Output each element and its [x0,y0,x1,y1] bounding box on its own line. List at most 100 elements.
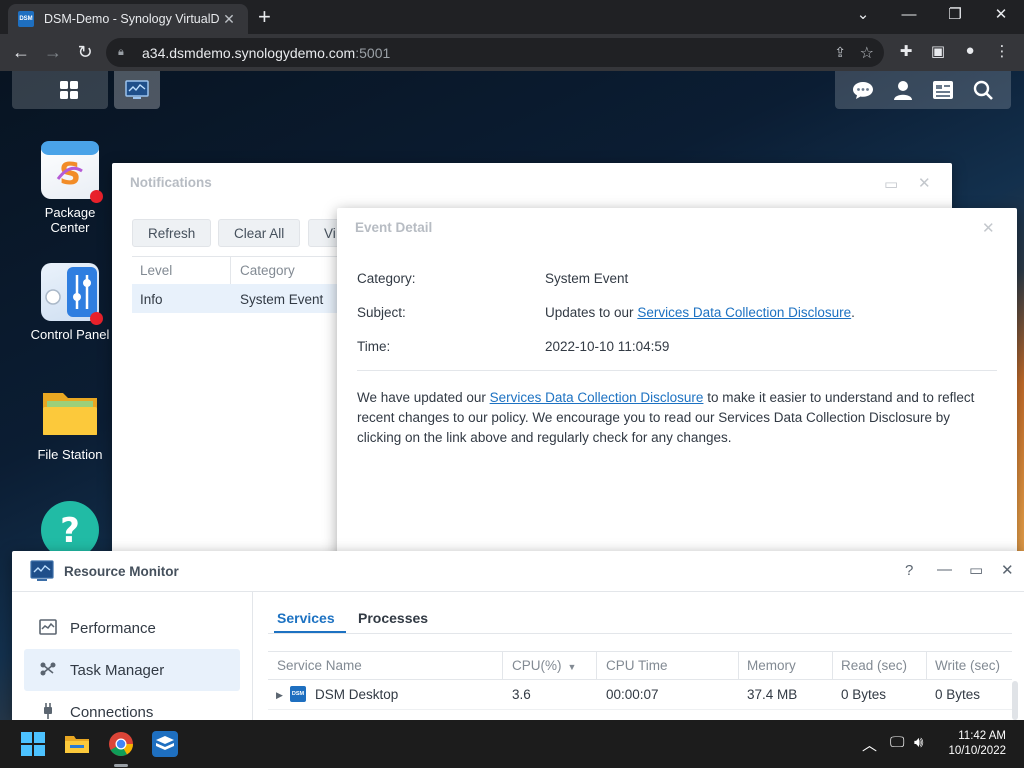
divider [357,370,997,371]
column-header-level[interactable]: Level [140,263,172,278]
task-manager-icon [38,661,58,680]
address-bar[interactable]: 🔒︎ a34.dsmdemo.synologydemo.com:5001 ⇪ ☆ [106,38,884,67]
windows-start-icon[interactable] [20,731,46,757]
extensions-icon[interactable]: ✚ [894,42,918,60]
time-value: 2022-10-10 11:04:59 [545,339,670,354]
svg-text:?: ? [60,511,80,551]
sidebar-item-task-manager[interactable]: Task Manager [24,649,240,691]
virtualdsm-app-icon[interactable] [152,731,178,757]
row-service-name: DSM Desktop [315,687,399,702]
minimize-icon[interactable]: — [937,561,952,578]
bookmark-star-icon[interactable]: ☆ [860,43,874,63]
help-button[interactable]: ? [905,562,913,579]
resource-monitor-window: Resource Monitor ? — ▭ ✕ Performance Tas… [12,551,1024,720]
tab-services[interactable]: Services [277,610,335,626]
column-header-service-name[interactable]: Service Name [277,658,362,673]
row-cpu: 3.6 [512,687,531,702]
subject-disclosure-link[interactable]: Services Data Collection Disclosure [637,305,851,320]
desktop-icon-file-station[interactable]: File Station [22,383,118,462]
sidebar-divider [252,592,253,720]
network-icon[interactable]: 🖵︎ [890,734,904,751]
file-explorer-icon[interactable] [64,731,90,757]
column-header-cpu-label: CPU(%) [512,658,562,673]
table-scrollbar[interactable] [1012,681,1018,720]
row-write: 0 Bytes [935,687,981,702]
row-cpu-time: 00:00:07 [606,687,659,702]
column-header-cpu-time[interactable]: CPU Time [606,658,668,673]
column-header-category[interactable]: Category [240,263,295,278]
package-center-icon: S [41,141,103,203]
body-prefix: We have updated our [357,390,490,405]
main-menu-icon[interactable] [30,71,108,109]
column-header-write[interactable]: Write (sec) [935,658,1000,673]
notification-badge-icon [90,190,103,203]
browser-tab-bar: DSM DSM-Demo - Synology VirtualDS ✕ + ⌄ … [0,0,1024,34]
desktop-icon-control-panel[interactable]: Control Panel [22,263,118,342]
new-tab-button[interactable]: + [258,5,271,29]
chrome-icon[interactable] [108,731,134,757]
search-icon[interactable] [968,71,998,109]
expand-row-icon[interactable]: ▶ [276,690,283,701]
tab-close-icon[interactable]: ✕ [220,11,238,28]
dsm-desktop: S Package Center Control Panel File Stat… [0,71,1024,720]
tab-processes[interactable]: Processes [358,610,428,626]
subject-label: Subject: [357,305,406,320]
desktop-icon-label: Control Panel [30,327,110,342]
subject-prefix: Updates to our [545,305,638,320]
close-icon[interactable]: ✕ [918,174,931,192]
profile-icon[interactable]: ● [958,42,982,59]
volume-icon[interactable]: 🔊︎ [914,734,923,751]
maximize-icon[interactable]: ▭ [969,561,983,579]
column-divider [926,651,927,679]
column-divider [230,256,231,284]
column-header-read[interactable]: Read (sec) [841,658,907,673]
column-header-cpu[interactable]: CPU(%) ▼ [512,658,576,673]
minimize-window-button[interactable]: — [886,4,932,26]
connections-plug-icon [38,702,58,721]
resource-monitor-title: Resource Monitor [64,564,179,579]
restore-window-button[interactable]: ❐ [932,4,978,26]
subject-value: Updates to our Services Data Collection … [545,305,855,320]
resource-monitor-app-icon [30,560,54,582]
desktop-icon-package-center[interactable]: S Package Center [22,141,118,235]
resource-monitor-taskbar-icon[interactable] [114,71,160,109]
close-icon[interactable]: ✕ [1001,561,1014,579]
show-hidden-icons-chevron-icon[interactable]: ︿ [862,734,877,755]
row-level: Info [140,292,163,307]
url-host: a34.dsmdemo.synologydemo.com [142,44,356,61]
body-disclosure-link[interactable]: Services Data Collection Disclosure [490,390,704,405]
table-top-border [268,651,1012,652]
widgets-icon[interactable] [928,71,958,109]
sidebar-item-label: Task Manager [70,661,165,679]
browser-toolbar: ← → ↻ 🔒︎ a34.dsmdemo.synologydemo.com:50… [0,34,1024,71]
taskbar-clock[interactable]: 11:42 AM 10/10/2022 [948,729,1006,759]
forward-icon[interactable]: → [40,40,66,64]
column-divider [502,651,503,679]
lock-icon[interactable]: 🔒︎ [118,46,132,59]
column-divider [738,651,739,679]
sidebar-item-connections[interactable]: Connections [24,691,240,720]
category-value: System Event [545,271,629,286]
browser-tab[interactable]: DSM DSM-Demo - Synology VirtualDS ✕ [8,4,248,34]
sidebar-item-performance[interactable]: Performance [24,607,240,649]
maximize-icon[interactable]: ▭ [884,175,898,193]
column-header-memory[interactable]: Memory [747,658,796,673]
row-memory: 37.4 MB [747,687,798,702]
back-icon[interactable]: ← [8,40,34,64]
close-icon[interactable]: ✕ [982,219,995,237]
share-icon[interactable]: ⇪ [834,44,846,61]
tab-search-icon[interactable]: ⌄ [840,4,886,26]
close-window-button[interactable]: ✕ [978,4,1024,26]
side-panel-icon[interactable]: ▣ [926,42,950,60]
title-divider [12,591,1024,592]
dsm-favicon-icon: DSM [18,11,34,27]
notifications-window-title: Notifications [130,175,212,190]
refresh-button[interactable]: Refresh [132,219,212,247]
user-icon[interactable] [888,71,918,109]
chrome-menu-icon[interactable]: ⋮ [990,42,1014,60]
reload-icon[interactable]: ↻ [72,40,98,64]
category-label: Category: [357,271,416,286]
chat-icon[interactable] [848,71,878,109]
performance-chart-icon [38,618,58,638]
clear-all-button[interactable]: Clear All [218,219,301,247]
